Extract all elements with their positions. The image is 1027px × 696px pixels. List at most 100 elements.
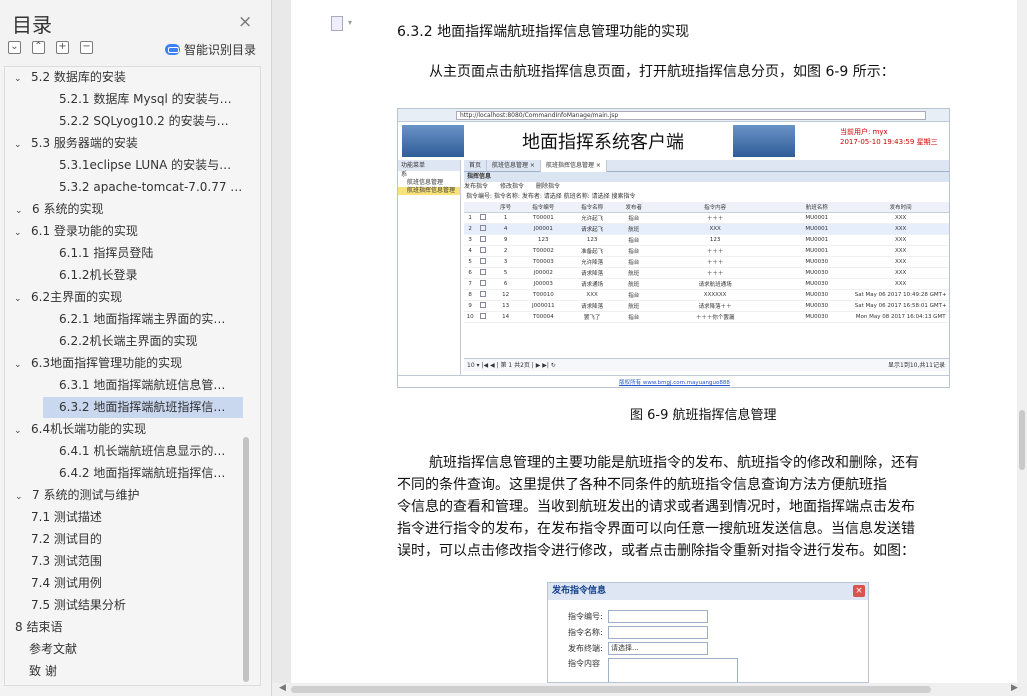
toc-item[interactable]: 7.4 测试用例 (5, 573, 255, 594)
chevron-down-icon[interactable]: ▾ (348, 18, 352, 27)
toc-item[interactable]: 6.4.1 机长端航班信息显示的… (5, 441, 255, 462)
table-cell: 准备起飞 (565, 245, 619, 257)
toc-item[interactable]: 7.1 测试描述 (5, 507, 255, 528)
chevron-down-icon[interactable]: ⌄ (14, 289, 25, 308)
table-cell: MU0030 (781, 311, 853, 323)
toc-item[interactable]: ⌄ 5.2 数据库的安装 (5, 67, 255, 88)
table-row: 2 4 J00001 请求起飞 航班 XXX MU0001 XXX (464, 223, 949, 235)
vertical-scroll-thumb[interactable] (1019, 410, 1025, 470)
table-cell: MU0030 (781, 289, 853, 301)
expand-up-icon[interactable]: ⌃ (32, 41, 45, 54)
panel-tools: 发布指令 修改指令 删除指令 (464, 182, 949, 192)
toc-item[interactable]: 6.3.1 地面指挥端航班信息管… (5, 375, 255, 396)
tab: 首页 (464, 160, 488, 172)
chevron-down-icon[interactable]: ⌄ (14, 223, 25, 242)
toc-item[interactable]: ⌄ 6 系统的实现 (5, 199, 255, 220)
table-cell: 8 (464, 289, 477, 301)
table-cell: T00010 (520, 289, 566, 301)
toc-item[interactable]: 7.3 测试范围 (5, 551, 255, 572)
form-row: 指令编号: (568, 610, 708, 623)
toc-item[interactable]: ⌄ 6.1 登录功能的实现 (5, 221, 255, 242)
toc-scrollbar[interactable] (243, 437, 249, 682)
panel-divider[interactable] (272, 0, 291, 696)
toc-item[interactable]: 参考文献 (5, 639, 255, 660)
chevron-down-icon[interactable]: ⌄ (15, 487, 26, 506)
toc-item[interactable]: ⌄ 5.3 服务器端的安装 (5, 133, 255, 154)
table-cell: 123 (565, 234, 619, 246)
toc-item-label: 6.3地面指挥管理功能的实现 (31, 356, 183, 370)
toc-item-label: 6.2主界面的实现 (31, 290, 123, 304)
table-cell: MU0030 (781, 278, 853, 290)
chevron-down-icon[interactable]: ⌄ (14, 421, 25, 440)
toc-item[interactable]: 8 结束语 (5, 617, 255, 638)
paragraph-line: 航班指挥信息管理的主要功能是航班指令的发布、航班指令的修改和删除，还有 (429, 455, 919, 471)
toc-item[interactable]: ⌄ 6.4机长端功能的实现 (5, 419, 255, 440)
table-cell: XXX (852, 245, 949, 257)
browser-toolbar: http://localhost:8080/CommandInfoManage/… (398, 109, 949, 122)
table-cell: 123 (649, 234, 782, 246)
table-cell: ＋＋＋ (649, 212, 782, 224)
toc-item[interactable]: 6.2.1 地面指挥端主界面的实… (5, 309, 255, 330)
toc-item-label: 6.4.2 地面指挥端航班指挥信… (59, 466, 226, 480)
table-cell (476, 234, 491, 246)
table-cell: MU0030 (781, 256, 853, 268)
tool: 删除指令 (536, 183, 561, 190)
table-cell: T00001 (520, 212, 566, 224)
toc-item[interactable]: ⌄ 7 系统的测试与维护 (5, 485, 255, 506)
table-cell: 罢飞了 (565, 311, 619, 323)
table-cell: XXX (852, 212, 949, 224)
vertical-scrollbar[interactable] (1017, 0, 1027, 683)
toc-item-label: 参考文献 (29, 642, 78, 656)
table-row: 8 12 T00010 XXX 指台 XXXXXX MU0030 Sat May 06 201… (464, 289, 949, 301)
toc-item[interactable]: 5.3.2 apache-tomcat-7.0.77 … (5, 177, 255, 198)
smart-toc-button[interactable]: 智能识别目录 (165, 41, 256, 58)
toc-item[interactable]: 5.2.1 数据库 Mysql 的安装与… (5, 89, 255, 110)
close-icon[interactable]: × (238, 12, 252, 32)
table-row: 1 1 T00001 允许起飞 指台 ＋＋＋ MU0001 XXX (464, 212, 949, 224)
toc-item[interactable]: 5.2.2 SQLyog10.2 的安装与… (5, 111, 255, 132)
table-cell: 航班 (618, 278, 650, 290)
table-cell: 航班 (618, 300, 650, 312)
table-cell: 3 (490, 256, 521, 268)
table-cell: 航班 (618, 267, 650, 279)
toc-item[interactable]: ⌄ 6.3地面指挥管理功能的实现 (5, 353, 255, 374)
tab: 航班信息管理 × (487, 160, 541, 172)
horizontal-scroll-thumb[interactable] (291, 686, 931, 693)
scroll-right-icon[interactable]: ▶ (1011, 683, 1018, 693)
add-icon[interactable]: + (56, 41, 69, 54)
toc-item[interactable]: 6.1.2机长登录 (5, 265, 255, 286)
toc-item[interactable]: 5.3.1eclipse LUNA 的安装与… (5, 155, 255, 176)
checkbox-icon (480, 224, 487, 231)
toc-item-label: 7.1 测试描述 (31, 510, 102, 524)
form-row: 指令名称: (568, 626, 708, 639)
toc-item[interactable]: 6.3.2 地面指挥端航班指挥信… (43, 397, 243, 418)
collapse-all-icon[interactable]: ⌄ (8, 41, 21, 54)
table-cell: 指台 (618, 289, 650, 301)
scroll-left-icon[interactable]: ◀ (279, 683, 286, 693)
toc-item-label: 5.3 服务器端的安装 (31, 136, 138, 150)
toc-item[interactable]: 致 谢 (5, 661, 255, 682)
table-cell: 指台 (618, 212, 650, 224)
toc-item[interactable]: 6.2.2机长端主界面的实现 (5, 331, 255, 352)
table-row: 9 13 J000011 请求降落 航班 请求降落＋＋ MU0030 Sat May 06 2… (464, 300, 949, 312)
toc-item[interactable]: 7.5 测试结果分析 (5, 595, 255, 616)
table-cell: XXX (852, 267, 949, 279)
content-panel: 首页 航班信息管理 × 航班指挥信息管理 × 指挥信息 发布指令 修改指令 删除指令 指… (464, 160, 949, 375)
column-header: 发布时间 (852, 202, 949, 213)
toc-item-label: 7 系统的测试与维护 (32, 488, 140, 502)
table-cell (476, 212, 491, 224)
remove-icon[interactable]: − (80, 41, 93, 54)
form-label: 发布终端: (568, 644, 603, 653)
toc-item[interactable]: 6.1.1 指挥员登陆 (5, 243, 255, 264)
chevron-down-icon[interactable]: ⌄ (14, 69, 25, 88)
toc-item[interactable]: 7.2 测试目的 (5, 529, 255, 550)
paragraph-line: 指令进行指令的发布，在发布指令界面可以向任意一搜航班发送信息。当信息发送错 (397, 521, 915, 537)
document-icon[interactable] (331, 16, 343, 31)
toc-item[interactable]: 6.4.2 地面指挥端航班指挥信… (5, 463, 255, 484)
chevron-down-icon[interactable]: ⌄ (15, 201, 26, 220)
toc-item[interactable]: ⌄ 6.2主界面的实现 (5, 287, 255, 308)
toc-item-label: 8 结束语 (15, 620, 63, 634)
chevron-down-icon[interactable]: ⌄ (14, 135, 25, 154)
chevron-down-icon[interactable]: ⌄ (14, 355, 25, 374)
toc-item-label: 5.2 数据库的安装 (31, 70, 126, 84)
